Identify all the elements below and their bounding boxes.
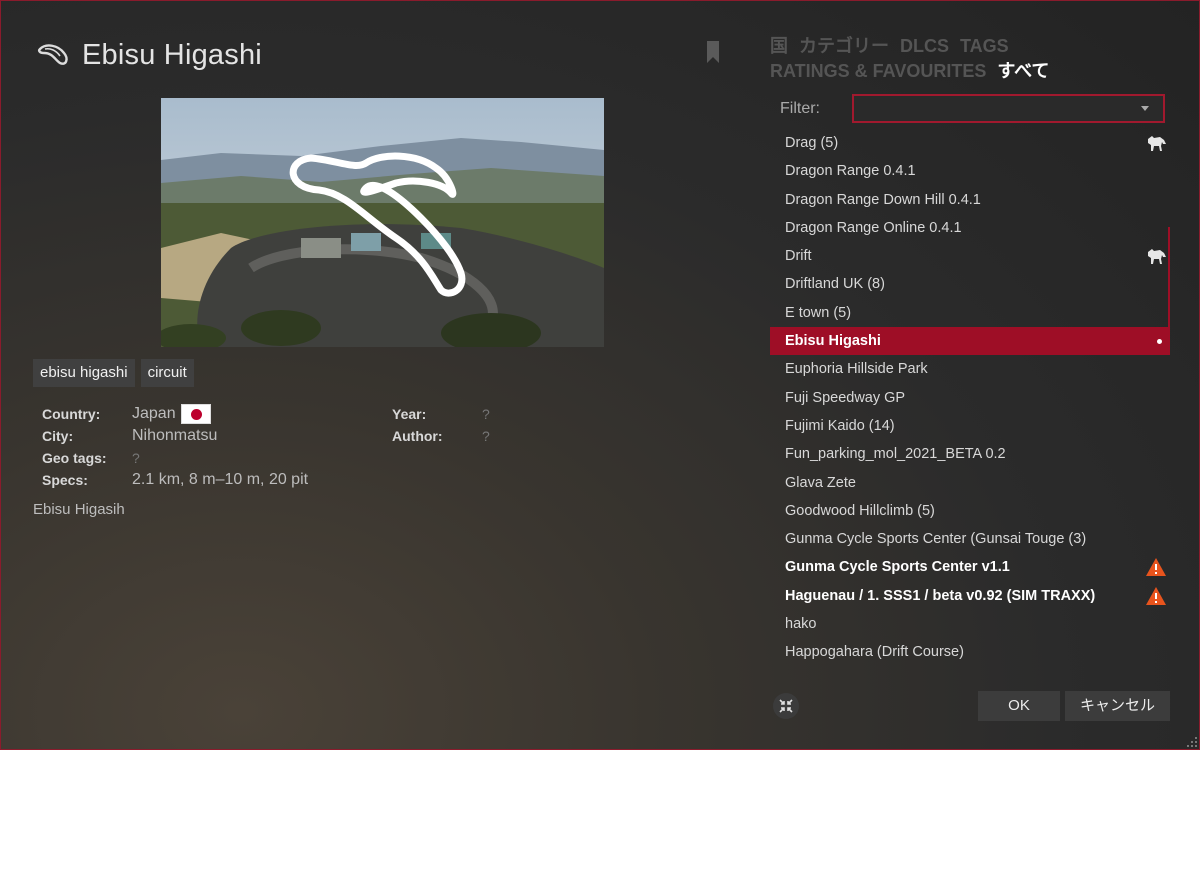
list-item[interactable]: Glava Zete bbox=[770, 469, 1170, 497]
author-label: Author: bbox=[392, 428, 443, 444]
list-item-label: Ebisu Higashi bbox=[785, 333, 881, 350]
list-item[interactable]: Fun_parking_mol_2021_BETA 0.2 bbox=[770, 440, 1170, 468]
tab-country[interactable]: 国 bbox=[770, 36, 788, 56]
horse-icon bbox=[1148, 136, 1166, 151]
list-scrollbar[interactable] bbox=[1168, 227, 1170, 353]
warning-icon bbox=[1146, 558, 1166, 577]
list-item-label: Dragon Range Down Hill 0.4.1 bbox=[785, 191, 981, 208]
page-title: Ebisu Higashi bbox=[82, 38, 262, 71]
chevron-down-icon[interactable] bbox=[1141, 106, 1149, 111]
collapse-icon[interactable] bbox=[773, 693, 799, 719]
specs-value: 2.1 km, 8 m–10 m, 20 pit bbox=[132, 471, 309, 488]
list-item-label: Euphoria Hillside Park bbox=[785, 361, 928, 378]
list-item-label: Haguenau / 1. SSS1 / beta v0.92 (SIM TRA… bbox=[785, 587, 1096, 604]
list-item-label: Gunma Cycle Sports Center v1.1 bbox=[785, 559, 1010, 576]
list-item-label: E town (5) bbox=[785, 304, 852, 321]
list-item[interactable]: Goodwood Hillclimb (5) bbox=[770, 497, 1170, 525]
track-outline-icon bbox=[38, 44, 68, 65]
title-row: Ebisu Higashi bbox=[36, 35, 262, 75]
city-value[interactable]: Nihonmatsu bbox=[132, 427, 217, 445]
tab-all[interactable]: すべて bbox=[997, 61, 1049, 81]
horse-icon bbox=[1148, 249, 1166, 265]
track-details-right: Year: ? Author: ? bbox=[392, 403, 490, 447]
tab-tags[interactable]: TAGS bbox=[960, 36, 1009, 56]
list-item[interactable]: Happogahara (Drift Course) bbox=[770, 638, 1170, 666]
resize-grip-icon[interactable] bbox=[1185, 735, 1199, 749]
category-tabs: 国カテゴリー DLCS TAGS RATINGS & FAVOURITES すべて bbox=[770, 34, 1190, 84]
list-item[interactable]: Ebisu Higashi bbox=[770, 327, 1170, 356]
track-selection-dialog: Ebisu Higashi ebisu higashi circuit Coun… bbox=[0, 0, 1200, 750]
bookmark-icon[interactable] bbox=[707, 41, 719, 63]
track-description: Ebisu Higasih bbox=[33, 501, 125, 518]
list-item-label: Gunma Cycle Sports Center (Gunsai Touge … bbox=[785, 531, 1087, 548]
geo-tags-label: Geo tags: bbox=[42, 450, 107, 466]
tag-chip[interactable]: circuit bbox=[140, 359, 194, 387]
country-label: Country: bbox=[42, 406, 101, 422]
list-item[interactable]: Drag (5) bbox=[770, 129, 1170, 157]
year-value: ? bbox=[482, 406, 490, 422]
japan-flag-icon bbox=[180, 404, 211, 424]
year-label: Year: bbox=[392, 406, 427, 422]
list-item-label: Drag (5) bbox=[785, 135, 839, 151]
list-item[interactable]: Haguenau / 1. SSS1 / beta v0.92 (SIM TRA… bbox=[770, 582, 1170, 610]
list-item[interactable]: Dragon Range Down Hill 0.4.1 bbox=[770, 186, 1170, 214]
specs-label: Specs: bbox=[42, 472, 88, 488]
warning-icon bbox=[1146, 586, 1166, 605]
list-item-label: Fun_parking_mol_2021_BETA 0.2 bbox=[785, 446, 1006, 463]
tab-dlcs[interactable]: DLCS bbox=[900, 36, 949, 56]
list-item-label: Fujimi Kaido (14) bbox=[785, 417, 895, 434]
list-item-label: Fuji Speedway GP bbox=[785, 389, 906, 406]
list-item[interactable]: Fujimi Kaido (14) bbox=[770, 412, 1170, 440]
list-item-label: Happogahara (Drift Course) bbox=[785, 644, 964, 661]
list-item[interactable]: Gunma Cycle Sports Center (Gunsai Touge … bbox=[770, 525, 1170, 553]
tag-list: ebisu higashi circuit bbox=[33, 359, 194, 387]
list-item[interactable]: Driftland UK (8) bbox=[770, 270, 1170, 298]
selected-dot-icon bbox=[1157, 339, 1162, 345]
cancel-button[interactable]: キャンセル bbox=[1065, 691, 1170, 721]
track-details-left: Country: Japan City: Nihonmatsu Geo tags… bbox=[42, 403, 308, 491]
list-item[interactable]: E town (5) bbox=[770, 299, 1170, 327]
list-item[interactable]: Gunma Cycle Sports Center v1.1 bbox=[770, 553, 1170, 581]
track-preview-image bbox=[161, 98, 604, 347]
tab-ratings-favourites[interactable]: RATINGS & FAVOURITES bbox=[770, 61, 986, 81]
list-item-label: Drift bbox=[785, 248, 812, 265]
track-list: Drag (5) Dragon Range 0.4.1 Dragon Range D… bbox=[770, 129, 1170, 667]
list-item-label: Goodwood Hillclimb (5) bbox=[785, 502, 935, 519]
list-item[interactable]: Euphoria Hillside Park bbox=[770, 355, 1170, 383]
country-value[interactable]: Japan bbox=[132, 405, 176, 423]
author-value: ? bbox=[482, 428, 490, 444]
list-item[interactable]: Dragon Range 0.4.1 bbox=[770, 157, 1170, 185]
filter-combobox[interactable] bbox=[852, 94, 1165, 123]
list-item-label: Driftland UK (8) bbox=[785, 276, 885, 293]
tag-chip[interactable]: ebisu higashi bbox=[33, 359, 135, 387]
ok-button[interactable]: OK bbox=[978, 691, 1060, 721]
list-item[interactable]: hako bbox=[770, 610, 1170, 638]
list-item[interactable]: Drift bbox=[770, 242, 1170, 270]
list-item[interactable]: Dragon Range Online 0.4.1 bbox=[770, 214, 1170, 242]
list-item-label: Dragon Range Online 0.4.1 bbox=[785, 219, 962, 236]
list-item-label: Dragon Range 0.4.1 bbox=[785, 163, 916, 180]
list-item-label: hako bbox=[785, 616, 817, 633]
tab-category[interactable]: カテゴリー bbox=[799, 36, 889, 56]
city-label: City: bbox=[42, 428, 74, 444]
list-item[interactable]: Fuji Speedway GP bbox=[770, 384, 1170, 412]
filter-label: Filter: bbox=[780, 100, 820, 117]
list-item-label: Glava Zete bbox=[785, 474, 856, 491]
filter-input[interactable] bbox=[854, 96, 1142, 123]
geo-tags-value: ? bbox=[132, 450, 140, 466]
